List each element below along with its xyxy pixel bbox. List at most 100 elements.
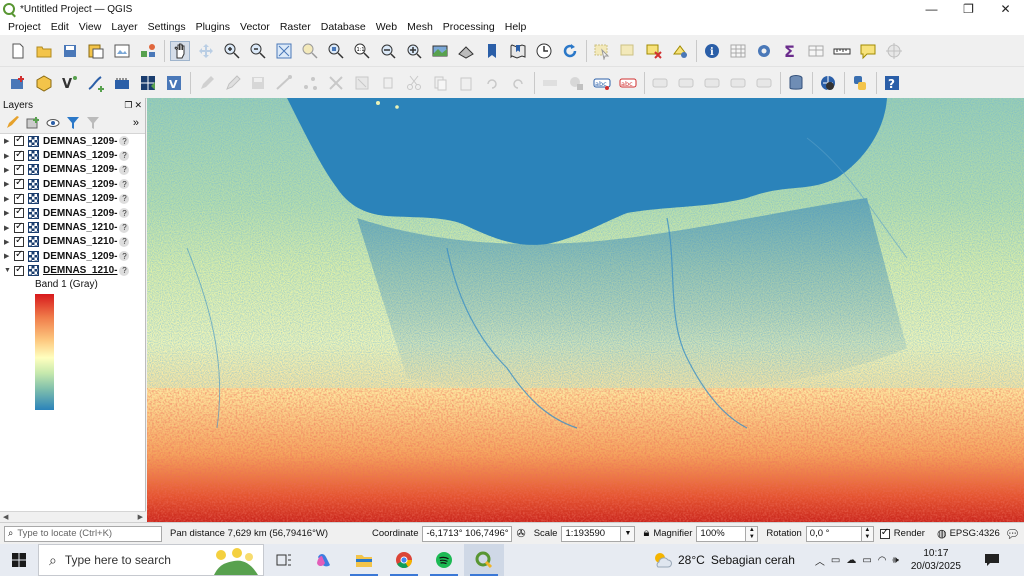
chrome-app[interactable] [384, 544, 424, 576]
file-explorer-app[interactable] [344, 544, 384, 576]
add-raster-icon[interactable] [138, 73, 158, 93]
copy-icon[interactable] [404, 73, 424, 93]
close-button[interactable]: ✕ [987, 0, 1024, 18]
menu-vector[interactable]: Vector [235, 21, 275, 33]
spotify-app[interactable] [424, 544, 464, 576]
menu-mesh[interactable]: Mesh [402, 21, 438, 33]
show-hidden-icons-icon[interactable]: ︿ [815, 553, 825, 568]
layer-visibility-checkbox[interactable] [14, 177, 24, 190]
db-manager-icon[interactable] [786, 73, 806, 93]
clock[interactable]: 10:17 20/03/2025 [911, 547, 961, 573]
data-source-manager-icon[interactable] [8, 73, 28, 93]
messages-icon[interactable]: 💬︎ [1005, 527, 1020, 541]
toggle-extents-icon[interactable]: ✇ [516, 527, 525, 540]
menu-layer[interactable]: Layer [106, 21, 142, 33]
label-abc-icon[interactable]: abc [592, 73, 612, 93]
style-manager-icon[interactable] [138, 41, 158, 61]
refresh-icon[interactable] [560, 41, 580, 61]
layer-styling-icon[interactable] [5, 115, 21, 131]
menu-project[interactable]: Project [3, 21, 46, 33]
layer-visibility-checkbox[interactable] [14, 249, 24, 262]
menu-database[interactable]: Database [316, 21, 371, 33]
layer-item[interactable]: ▶ DEMNAS_1209- ? [0, 134, 145, 148]
minimize-button[interactable]: — [913, 0, 950, 18]
new-geopackage-icon[interactable] [34, 73, 54, 93]
scale-dropdown-arrow-icon[interactable]: ▼ [621, 525, 636, 542]
add-group-icon[interactable] [25, 115, 41, 131]
measure-icon[interactable] [832, 41, 852, 61]
rotate-label-icon[interactable] [676, 73, 696, 93]
scroll-right-icon[interactable]: ▶ [138, 513, 143, 521]
menu-edit[interactable]: Edit [46, 21, 74, 33]
layer-visibility-checkbox[interactable] [14, 192, 24, 204]
notification-center-button[interactable] [983, 552, 1001, 568]
layer-visibility-checkbox[interactable] [14, 264, 24, 276]
redo-icon[interactable] [482, 73, 502, 93]
vertex-tool-icon[interactable] [300, 73, 320, 93]
new-project-icon[interactable] [8, 41, 28, 61]
pan-icon[interactable] [170, 40, 190, 61]
locator-search[interactable]: ⌕ Type to locate (Ctrl+K) [4, 525, 162, 542]
copilot-app[interactable] [304, 544, 344, 576]
meet-now-icon[interactable]: ▭ [831, 555, 840, 566]
map-tips-icon[interactable] [858, 41, 878, 61]
zoom-full-icon[interactable] [274, 41, 294, 61]
expand-arrow-icon[interactable]: ▶ [4, 238, 14, 246]
zoom-in-icon[interactable] [222, 41, 242, 61]
select-by-value-icon[interactable] [618, 41, 638, 61]
more-tools-icon[interactable]: » [133, 117, 139, 129]
bookmark-icon[interactable] [482, 41, 502, 61]
lock-scale-icon[interactable]: 🔒︎ [643, 527, 649, 540]
zoom-selection-icon[interactable] [300, 41, 320, 61]
add-feature-icon[interactable] [274, 73, 294, 93]
layer-visibility-checkbox[interactable] [14, 134, 24, 147]
expand-arrow-icon[interactable]: ▶ [4, 137, 14, 145]
expand-arrow-icon[interactable]: ▶ [4, 195, 14, 203]
layer-item[interactable]: ▶ DEMNAS_1209- ? [0, 249, 145, 263]
menu-processing[interactable]: Processing [438, 21, 500, 33]
manage-themes-icon[interactable] [45, 115, 61, 131]
expand-arrow-icon[interactable]: ▶ [4, 224, 14, 232]
start-button[interactable] [0, 544, 38, 576]
layer-visibility-checkbox[interactable] [14, 206, 24, 219]
layer-visibility-checkbox[interactable] [14, 235, 24, 247]
layer-item[interactable]: ▶ DEMNAS_1210- ? [0, 220, 145, 234]
layer-item[interactable]: ▶ DEMNAS_1209- ? [0, 177, 145, 191]
statistics-icon[interactable]: Σ [780, 41, 800, 61]
show-labels-icon[interactable] [566, 73, 586, 93]
zoom-next-icon[interactable] [404, 41, 424, 61]
coordinate-field[interactable]: -6,1713° 106,7496° [422, 525, 513, 542]
magnifier-field[interactable]: 100% [696, 525, 747, 542]
move-label-icon[interactable] [650, 73, 670, 93]
scroll-left-icon[interactable]: ◀ [3, 513, 8, 521]
layer-item-selected[interactable]: ▼ DEMNAS_1210- ? [0, 264, 145, 278]
taskbar-search[interactable]: ⌕ Type here to search [38, 544, 264, 576]
expand-arrow-icon[interactable]: ▶ [4, 152, 14, 160]
paste-icon[interactable] [430, 73, 450, 93]
filter-legend-icon[interactable] [65, 115, 81, 131]
open-project-icon[interactable] [34, 41, 54, 61]
metasearch-icon[interactable] [818, 73, 838, 93]
zoom-layer-icon[interactable] [326, 41, 346, 61]
map-canvas[interactable] [147, 98, 1024, 522]
volume-icon[interactable]: 🕪︎ [893, 555, 899, 566]
identify-icon[interactable]: i [702, 41, 722, 61]
change-label-icon[interactable] [702, 73, 722, 93]
new-memory-layer-icon[interactable] [112, 73, 132, 93]
current-edits-icon[interactable] [196, 73, 216, 93]
collapse-arrow-icon[interactable]: ▼ [4, 267, 14, 274]
layer-item[interactable]: ▶ DEMNAS_1209- ? [0, 192, 145, 206]
zoom-last-icon[interactable] [378, 41, 398, 61]
select-location-icon[interactable] [670, 41, 690, 61]
layer-item[interactable]: ▶ DEMNAS_1209- ? [0, 206, 145, 220]
coordinate-capture-icon[interactable] [884, 41, 904, 61]
expand-arrow-icon[interactable]: ▶ [4, 252, 14, 260]
battery-icon[interactable]: ▭ [862, 555, 871, 566]
print-layout-icon[interactable] [112, 41, 132, 61]
show-bookmarks-icon[interactable] [508, 41, 528, 61]
help-icon[interactable]: ? [882, 73, 902, 93]
crs-button[interactable]: EPSG:4326 [950, 528, 1000, 539]
qgis-app[interactable] [464, 544, 504, 576]
attribute-table-icon[interactable] [728, 41, 748, 61]
new-3d-view-icon[interactable] [456, 41, 476, 61]
